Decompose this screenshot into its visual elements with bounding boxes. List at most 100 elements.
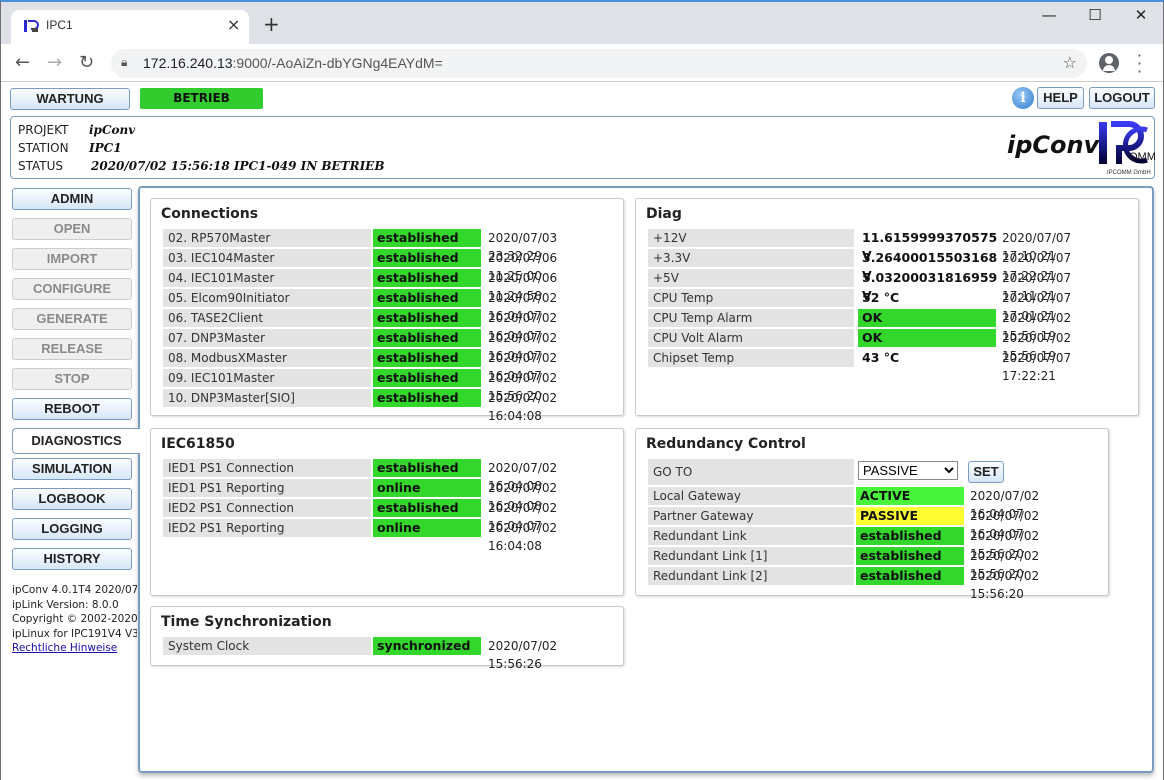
- status-badge: established: [373, 309, 481, 327]
- legal-notice-link[interactable]: Rechtliche Hinweise: [12, 642, 117, 654]
- station-label: STATION: [18, 141, 69, 155]
- row-label: Redundant Link: [648, 527, 854, 545]
- time-sync-panel: Time Synchronization System Clock synchro…: [150, 606, 624, 671]
- row-value: 52 °C: [862, 290, 900, 305]
- goto-select[interactable]: PASSIVE: [858, 461, 958, 480]
- projekt-value: ipConv: [89, 123, 136, 137]
- connections-panel: Connections 02. RP570Master established 20…: [150, 198, 624, 423]
- new-tab-button[interactable]: +: [263, 12, 280, 36]
- status-label: STATUS: [18, 159, 64, 173]
- set-button[interactable]: SET: [968, 461, 1004, 483]
- browser-window: IPC1 × + — ☐ ✕ ← → ↻ 🔒︎ 172.16.240.13:90…: [0, 0, 1164, 780]
- sidebar-item-configure: CONFIGURE: [12, 278, 132, 300]
- row-label: IED1 PS1 Reporting: [163, 479, 371, 497]
- row-label: IED2 PS1 Connection: [163, 499, 371, 517]
- address-bar[interactable]: 🔒︎ 172.16.240.13:9000/-AoAiZn-dbYGNg4EAY…: [111, 49, 1087, 78]
- sidebar-item-release: RELEASE: [12, 338, 132, 360]
- row-label: 02. RP570Master: [163, 229, 371, 247]
- wartung-button[interactable]: WARTUNG: [10, 88, 130, 110]
- row-label: 10. DNP3Master[SIO]: [163, 389, 371, 407]
- info-icon[interactable]: i: [1012, 87, 1034, 109]
- reload-icon[interactable]: ↻: [79, 52, 94, 73]
- sidebar-item-logging[interactable]: LOGGING: [12, 518, 132, 540]
- help-button[interactable]: HELP: [1037, 87, 1084, 109]
- ipcomm-logo-icon: OMM IPCOMM GmbH: [1099, 121, 1155, 176]
- status-badge: established: [373, 369, 481, 387]
- goto-label: GO TO: [648, 459, 854, 485]
- status-badge: established: [373, 269, 481, 287]
- status-badge: synchronized: [373, 637, 481, 655]
- version-footer: ipConv 4.0.1T4 2020/07/0 ipLink Version:…: [12, 583, 137, 656]
- status-badge: established: [856, 567, 964, 585]
- projekt-label: PROJEKT: [18, 123, 69, 137]
- account-icon[interactable]: [1099, 53, 1119, 73]
- status-badge: established: [373, 499, 481, 517]
- row-label: +3.3V: [648, 249, 854, 267]
- status-value: 2020/07/02 15:56:18 IPC1-049 IN BETRIEB: [91, 159, 385, 173]
- diag-panel: Diag +12V 11.6159999370575 V 2020/07/07 17…: [635, 198, 1139, 416]
- row-label: 05. Elcom90Initiator: [163, 289, 371, 307]
- sidebar-item-import: IMPORT: [12, 248, 132, 270]
- row-value: OK: [858, 329, 996, 347]
- status-badge: established: [373, 329, 481, 347]
- row-value: 3.26400015503168 V: [862, 250, 998, 283]
- url-text[interactable]: 172.16.240.13:9000/-AoAiZn-dbYGNg4EAYdM=: [143, 55, 443, 71]
- status-badge: established: [856, 527, 964, 545]
- row-label: +12V: [648, 229, 854, 247]
- status-badge: online: [373, 479, 481, 497]
- sidebar-item-logbook[interactable]: LOGBOOK: [12, 488, 132, 510]
- row-timestamp: 2020/07/02 16:04:08: [488, 391, 558, 423]
- betrieb-button[interactable]: BETRIEB: [140, 88, 263, 109]
- sidebar-item-diagnostics[interactable]: DIAGNOSTICS: [12, 428, 140, 454]
- row-value: 11.6159999370575 V: [862, 230, 998, 263]
- row-label: CPU Temp Alarm: [648, 309, 854, 327]
- navigation-bar: ← → ↻ 🔒︎ 172.16.240.13:9000/-AoAiZn-dbYG…: [1, 44, 1163, 82]
- row-label: 07. DNP3Master: [163, 329, 371, 347]
- close-window-button[interactable]: ✕: [1121, 6, 1161, 24]
- iec61850-title: IEC61850: [161, 436, 235, 452]
- row-value: OK: [858, 309, 996, 327]
- row-value: 5.03200031816959 V: [862, 270, 998, 303]
- back-icon[interactable]: ←: [15, 52, 30, 73]
- page: WARTUNG BETRIEB i HELP LOGOUT PROJEKT ip…: [1, 83, 1163, 780]
- row-label: 03. IEC104Master: [163, 249, 371, 267]
- browser-menu-icon[interactable]: · · ·: [1137, 48, 1142, 80]
- copyright-line: Copyright © 2002-2020 IP: [12, 613, 137, 625]
- ipcomm-favicon-icon: [24, 20, 39, 32]
- row-label: 08. ModbusXMaster: [163, 349, 371, 367]
- row-label: 04. IEC101Master: [163, 269, 371, 287]
- row-label: Redundant Link [2]: [648, 567, 854, 585]
- row-label: Local Gateway: [648, 487, 854, 505]
- row-label: IED2 PS1 Reporting: [163, 519, 371, 537]
- forward-icon[interactable]: →: [47, 52, 62, 73]
- row-label: 09. IEC101Master: [163, 369, 371, 387]
- browser-tab[interactable]: IPC1 ×: [11, 10, 249, 44]
- row-label: Chipset Temp: [648, 349, 854, 367]
- status-badge: established: [373, 249, 481, 267]
- redundancy-panel: Redundancy Control GO TO PASSIVE SET Loc…: [635, 428, 1109, 601]
- sidebar-item-simulation[interactable]: SIMULATION: [12, 458, 132, 480]
- logout-button[interactable]: LOGOUT: [1089, 87, 1155, 109]
- diagnostics-panel: Connections 02. RP570Master established 20…: [138, 186, 1154, 773]
- sidebar-item-admin[interactable]: ADMIN: [12, 188, 132, 210]
- status-badge: established: [373, 229, 481, 247]
- row-label: CPU Volt Alarm: [648, 329, 854, 347]
- row-label: System Clock: [163, 637, 371, 655]
- status-badge: established: [373, 289, 481, 307]
- version-line: ipConv 4.0.1T4 2020/07/0: [12, 584, 137, 596]
- status-badge: ACTIVE: [856, 487, 964, 505]
- row-label: Partner Gateway: [648, 507, 854, 525]
- minimize-button[interactable]: —: [1029, 6, 1069, 24]
- tab-close-icon[interactable]: ×: [227, 15, 240, 34]
- tab-title: IPC1: [46, 18, 73, 32]
- sidebar-item-reboot[interactable]: REBOOT: [12, 398, 132, 420]
- bookmark-star-icon[interactable]: ☆: [1063, 53, 1077, 72]
- status-badge: established: [373, 349, 481, 367]
- row-label: +5V: [648, 269, 854, 287]
- iec61850-panel: IEC61850 IED1 PS1 Connection established 2…: [150, 428, 624, 596]
- sidebar-item-history[interactable]: HISTORY: [12, 548, 132, 570]
- maximize-button[interactable]: ☐: [1075, 6, 1115, 24]
- row-label: CPU Temp: [648, 289, 854, 307]
- iplinux-line: ipLinux for IPC191V4 V3.6: [12, 627, 137, 640]
- sidebar-item-open: OPEN: [12, 218, 132, 240]
